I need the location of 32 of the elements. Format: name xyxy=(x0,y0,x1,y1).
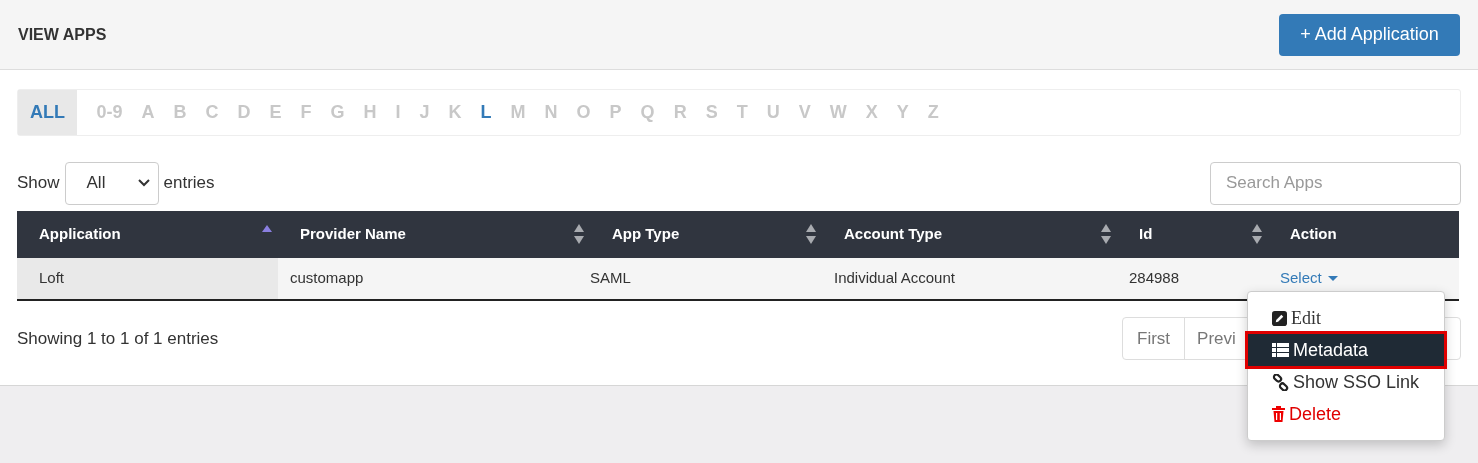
search-field[interactable]: Search Apps xyxy=(1210,161,1461,205)
entries-label: entries xyxy=(163,172,215,195)
menu-item[interactable]: Metadata xyxy=(1248,334,1444,366)
pagination-button[interactable]: First xyxy=(1123,318,1185,359)
table-icon xyxy=(1272,343,1289,357)
table-cell: 284988 xyxy=(1117,258,1268,300)
chevron-down-icon xyxy=(137,179,150,187)
table-cell: Loft xyxy=(17,258,278,300)
pencil-icon xyxy=(1272,310,1287,326)
caret-icon xyxy=(1327,275,1338,282)
menu-item[interactable]: Edit xyxy=(1248,302,1444,334)
column-header[interactable]: Id xyxy=(1117,211,1268,258)
letter-filter[interactable]: L xyxy=(471,90,501,135)
letter-filter[interactable]: ALL xyxy=(18,90,77,135)
column-header[interactable]: Provider Name xyxy=(278,211,590,258)
page-title: VIEW APPS xyxy=(18,24,107,45)
menu-item[interactable]: Delete xyxy=(1248,398,1444,430)
table-cell: Individual Account xyxy=(822,258,1117,300)
show-label: Show xyxy=(17,172,60,195)
link-icon xyxy=(1272,373,1289,391)
trash-icon xyxy=(1272,406,1285,422)
column-header[interactable]: Account Type xyxy=(822,211,1117,258)
column-header[interactable]: App Type xyxy=(590,211,822,258)
entries-select[interactable]: All xyxy=(64,161,159,205)
column-header[interactable]: Application xyxy=(17,211,278,258)
table-cell: customapp xyxy=(278,258,590,300)
entries-info: Showing 1 to 1 of 1 entries xyxy=(17,327,219,350)
column-header[interactable]: Action xyxy=(1268,211,1459,258)
table-cell: SAML xyxy=(590,258,822,300)
menu-item[interactable]: Show SSO Link xyxy=(1248,366,1444,398)
add-application-button[interactable]: + Add Application xyxy=(1279,13,1460,56)
select-dropdown-link[interactable]: Select xyxy=(1280,267,1338,290)
